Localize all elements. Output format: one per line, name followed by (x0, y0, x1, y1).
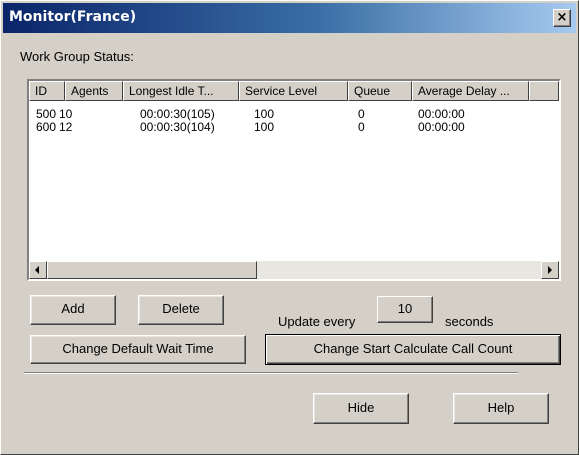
scrollbar-thumb[interactable] (47, 261, 257, 279)
window-title: Monitor(France) (9, 9, 137, 25)
update-interval-field[interactable]: 10 (377, 296, 433, 323)
seconds-label: seconds (445, 314, 494, 329)
hide-button-label: Hide (347, 400, 375, 415)
update-every-label: Update every (278, 314, 356, 329)
arrow-right-icon (548, 266, 552, 274)
column-header-service-level[interactable]: Service Level (239, 81, 348, 101)
cell-longest-idle: 00:00:30(105) (140, 107, 215, 121)
work-group-status-label: Work Group Status: (20, 49, 134, 64)
work-group-status-list[interactable]: ID Agents Longest Idle T... Service Leve… (27, 79, 561, 281)
change-default-wait-time-label: Change Default Wait Time (62, 341, 214, 356)
list-header: ID Agents Longest Idle T... Service Leve… (29, 81, 559, 101)
scroll-right-button[interactable] (541, 261, 559, 279)
table-row[interactable]: 600 12 00:00:30(104) 100 0 00:00:00 (29, 120, 559, 134)
cell-service-level: 100 (254, 120, 275, 134)
change-start-calculate-call-count-button[interactable]: Change Start Calculate Call Count (265, 334, 561, 365)
help-button[interactable]: Help (453, 393, 549, 424)
delete-button-label: Delete (162, 301, 200, 316)
cell-id: 500 (36, 107, 57, 121)
hide-button[interactable]: Hide (313, 393, 409, 424)
add-button[interactable]: Add (30, 295, 116, 325)
cell-average-delay: 00:00:00 (418, 107, 465, 121)
column-header-average-delay[interactable]: Average Delay ... (412, 81, 529, 101)
delete-button[interactable]: Delete (138, 295, 224, 325)
cell-longest-idle: 00:00:30(104) (140, 120, 215, 134)
column-header-longest-idle[interactable]: Longest Idle T... (123, 81, 239, 101)
cell-id: 600 (36, 120, 57, 134)
close-button[interactable]: × (553, 9, 571, 27)
table-row[interactable]: 500 10 00:00:30(105) 100 0 00:00:00 (29, 107, 559, 121)
add-button-label: Add (61, 301, 85, 316)
change-start-calculate-call-count-label: Change Start Calculate Call Count (313, 341, 513, 356)
help-button-label: Help (487, 400, 515, 415)
horizontal-scrollbar[interactable] (29, 261, 559, 279)
cell-agents: 10 (59, 107, 73, 121)
arrow-left-icon (35, 266, 39, 274)
cell-average-delay: 00:00:00 (418, 120, 465, 134)
cell-agents: 12 (59, 120, 73, 134)
monitor-dialog: Monitor(France) × Work Group Status: ID … (0, 0, 579, 455)
change-default-wait-time-button[interactable]: Change Default Wait Time (30, 335, 246, 364)
column-header-id[interactable]: ID (29, 81, 65, 101)
title-bar[interactable]: Monitor(France) × (3, 3, 576, 33)
cell-service-level: 100 (254, 107, 275, 121)
column-header-queue[interactable]: Queue (348, 81, 412, 101)
cell-queue: 0 (358, 107, 365, 121)
column-header-filler (529, 81, 559, 101)
close-icon: × (556, 10, 568, 25)
column-header-agents[interactable]: Agents (65, 81, 123, 101)
divider (24, 372, 518, 374)
scroll-left-button[interactable] (29, 261, 47, 279)
cell-queue: 0 (358, 120, 365, 134)
